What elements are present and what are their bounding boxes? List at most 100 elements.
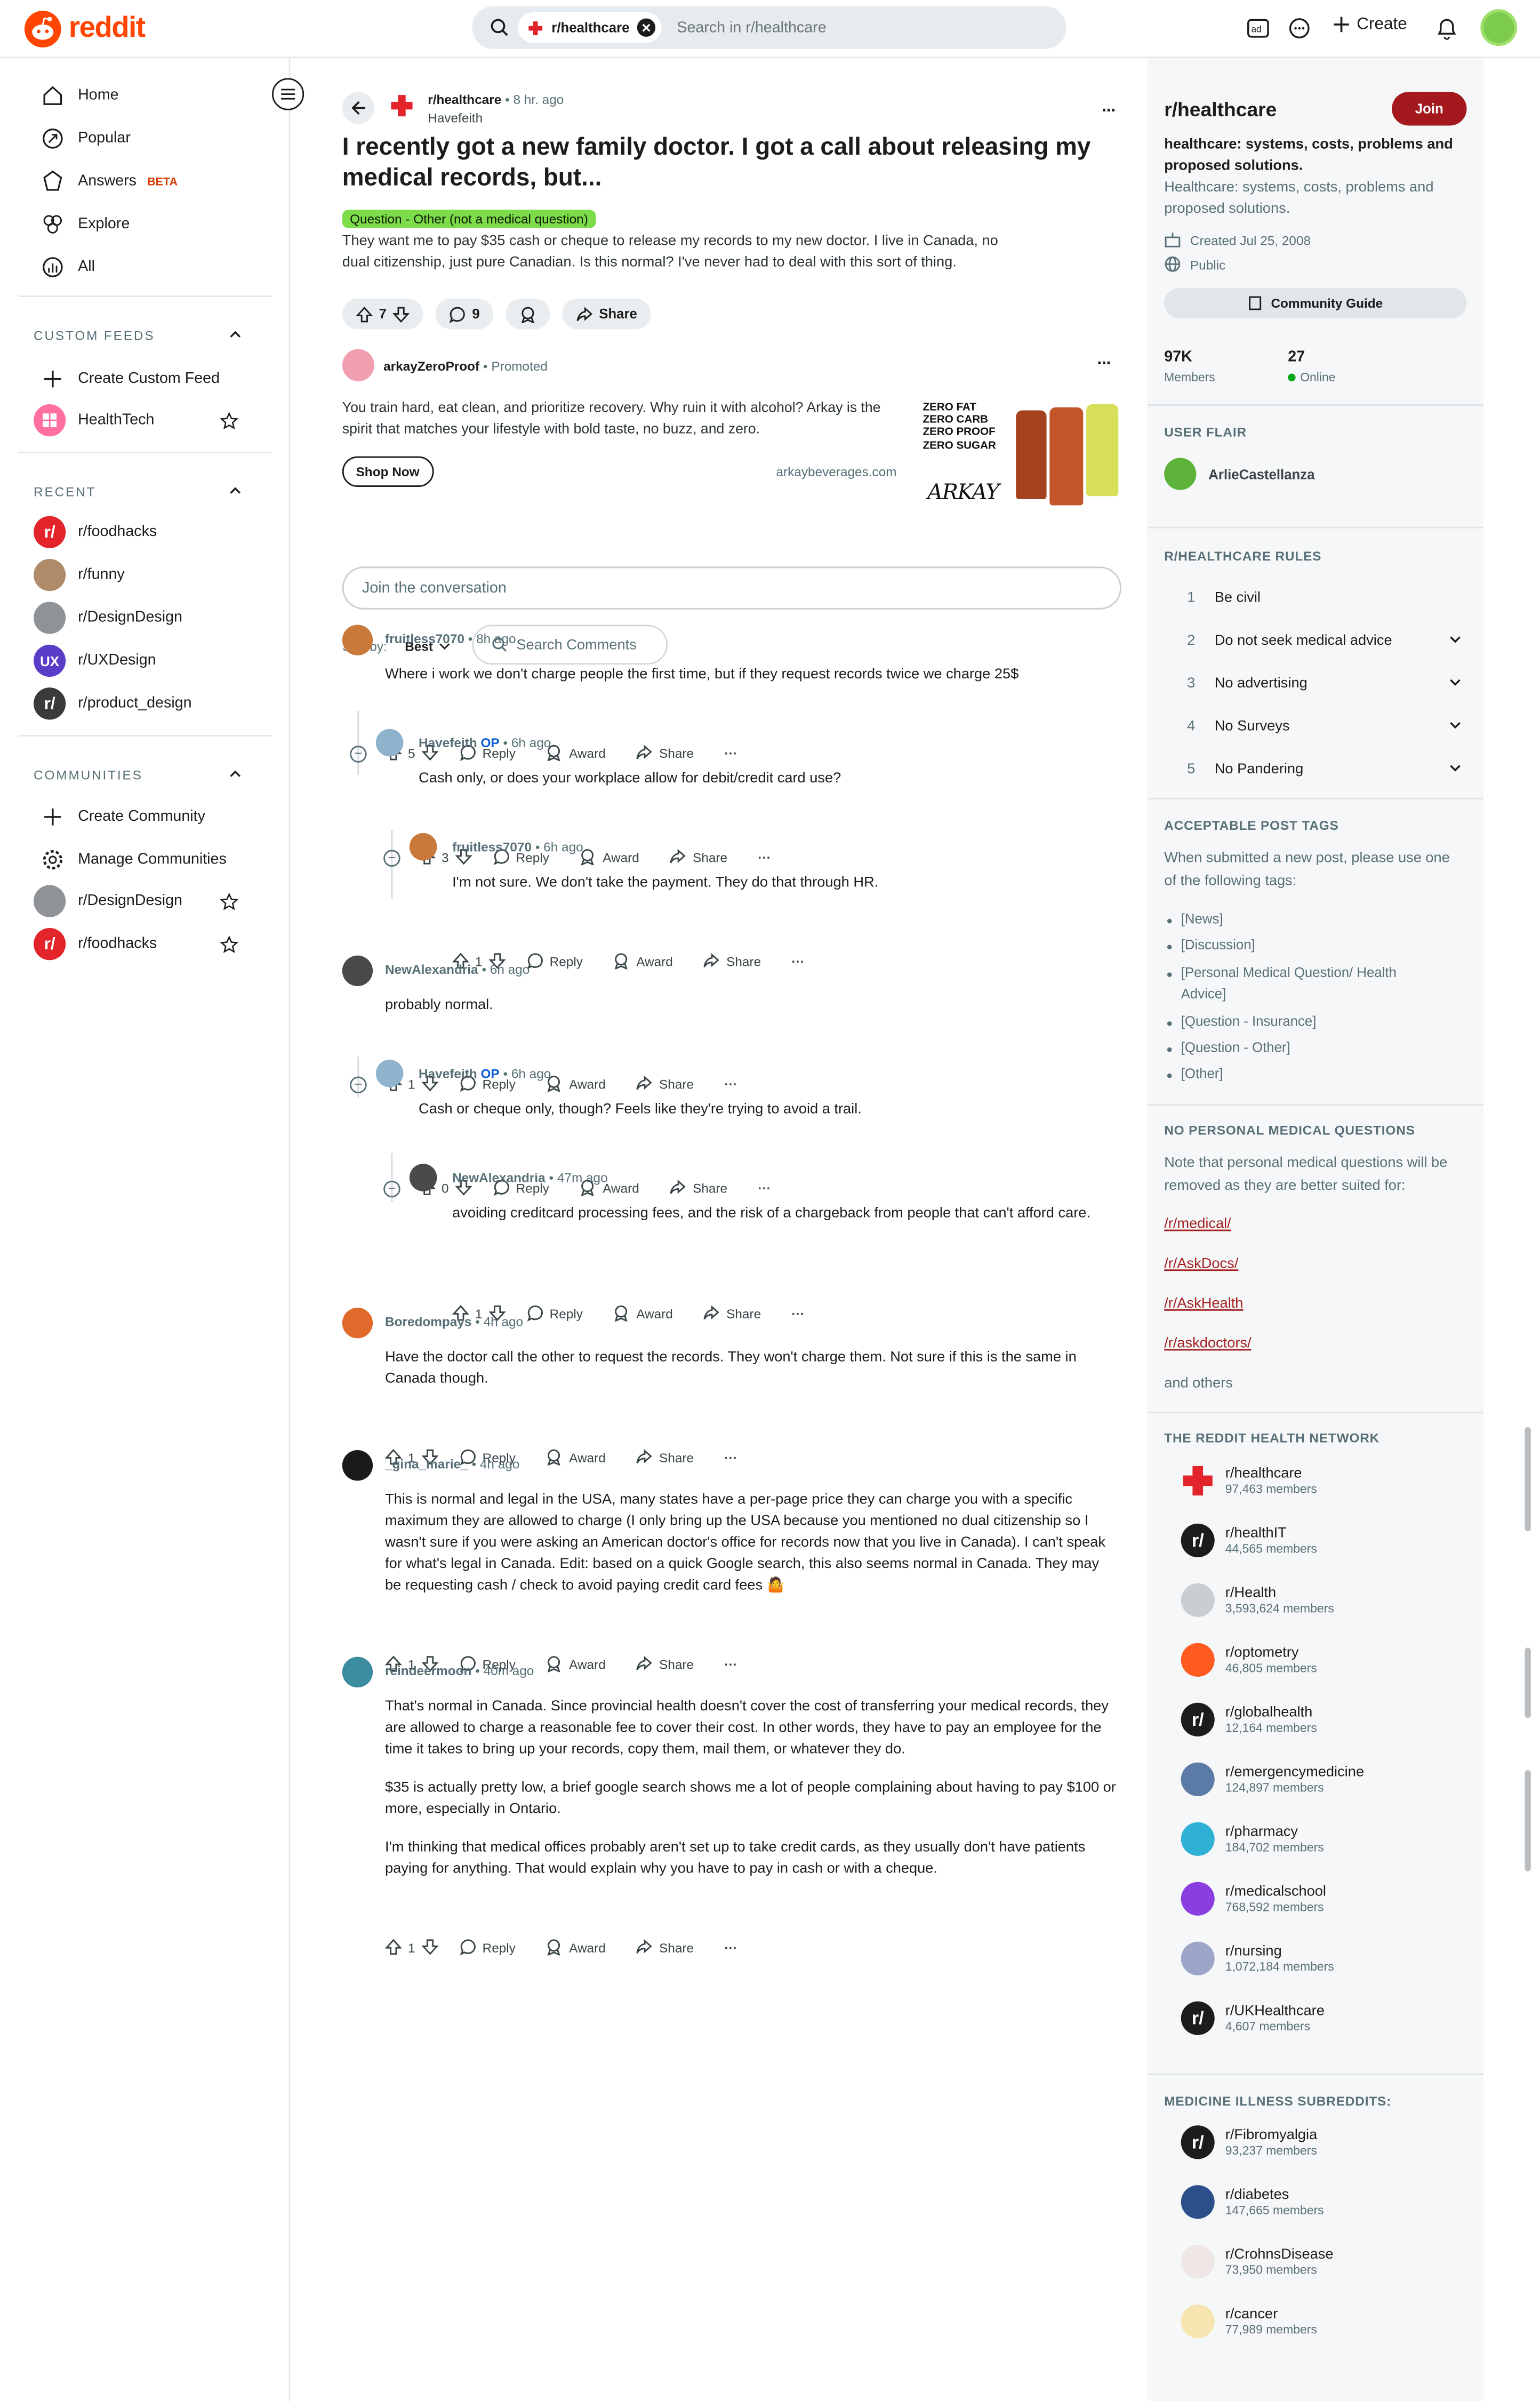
chevron-down-icon[interactable] — [1448, 675, 1462, 689]
user-avatar[interactable] — [1480, 9, 1518, 46]
comment-more-options[interactable]: ··· — [724, 1656, 737, 1671]
create-button[interactable]: Create — [1332, 15, 1407, 34]
collapse-thread-button[interactable]: − — [383, 850, 400, 867]
comment-more-options[interactable]: ··· — [791, 953, 804, 969]
downvote-icon[interactable] — [421, 1939, 438, 1956]
create-custom-feed[interactable]: Create Custom Feed — [41, 367, 220, 390]
user-flair[interactable]: ArlieCastellanza — [1164, 458, 1315, 490]
rule-item[interactable]: 5 No Pandering — [1187, 761, 1462, 778]
comment-username[interactable]: Boredompays — [385, 1314, 471, 1329]
favorite-star-icon[interactable] — [220, 935, 238, 954]
comment-avatar[interactable] — [409, 1164, 437, 1191]
network-community[interactable]: r/r/UKHealthcare 4,607 members — [1181, 2001, 1325, 2035]
search-input[interactable]: Search in r/healthcare — [677, 19, 826, 36]
post-more-options[interactable]: ··· — [1102, 100, 1117, 121]
shop-now-button[interactable]: Shop Now — [342, 456, 434, 487]
chip-close-icon[interactable]: ✕ — [637, 18, 656, 37]
manage-communities[interactable]: Manage Communities — [41, 849, 227, 871]
comment-more-options[interactable]: ··· — [724, 1939, 737, 1955]
comment-more-options[interactable]: ··· — [724, 1450, 737, 1465]
illness-community[interactable]: r/cancer 77,989 members — [1181, 2304, 1317, 2339]
nav-all[interactable]: All — [41, 255, 95, 278]
award-button[interactable]: Award — [580, 849, 639, 866]
post-comments-button[interactable]: 9 — [435, 298, 494, 330]
share-button[interactable]: Share — [670, 1179, 727, 1196]
search-scope-chip[interactable]: r/healthcare ✕ — [518, 12, 662, 43]
share-button[interactable]: Share — [636, 744, 694, 761]
share-button[interactable]: Share — [703, 953, 761, 970]
link-medical[interactable]: /r/medical/ — [1164, 1216, 1231, 1233]
post-subreddit-link[interactable]: r/healthcare — [428, 92, 501, 107]
comment-avatar[interactable] — [342, 1656, 373, 1688]
link-askdoctors[interactable]: /r/askdoctors/ — [1164, 1335, 1251, 1352]
illness-community[interactable]: r/CrohnsDisease 73,950 members — [1181, 2245, 1334, 2279]
award-button[interactable]: Award — [546, 1075, 606, 1092]
collapse-sidebar-button[interactable] — [271, 78, 304, 110]
scrollbar-thumb[interactable] — [1525, 1427, 1531, 1532]
community-name[interactable]: r/healthcare — [1164, 98, 1277, 121]
comment-avatar[interactable] — [342, 1308, 373, 1339]
nav-popular[interactable]: Popular — [41, 127, 131, 150]
chevron-up-icon[interactable] — [228, 326, 243, 342]
comment-more-options[interactable]: ··· — [724, 1076, 737, 1091]
comment-username[interactable]: fruitless7070 — [452, 839, 532, 854]
collapse-thread-button[interactable]: − — [383, 1180, 400, 1198]
comment-more-options[interactable]: ··· — [758, 1180, 771, 1195]
network-community[interactable]: r/nursing 1,072,184 members — [1181, 1941, 1334, 1975]
join-conversation-input[interactable]: Join the conversation — [342, 566, 1121, 610]
award-button[interactable]: Award — [613, 1304, 673, 1322]
chevron-down-icon[interactable] — [1448, 718, 1462, 732]
advertise-icon[interactable]: ad — [1247, 17, 1270, 40]
comment-avatar[interactable] — [375, 1059, 404, 1087]
custom-feeds-heading[interactable]: CUSTOM FEEDS — [34, 327, 155, 343]
downvote-icon[interactable] — [392, 306, 410, 323]
comment-more-options[interactable]: ··· — [758, 849, 771, 865]
post-share-button[interactable]: Share — [562, 298, 651, 330]
feed-healthtech[interactable]: HealthTech — [34, 404, 154, 437]
share-button[interactable]: Share — [636, 1075, 694, 1092]
comment-more-options[interactable]: ··· — [724, 745, 737, 761]
share-button[interactable]: Share — [703, 1304, 761, 1322]
post-flair[interactable]: Question - Other (not a medical question… — [342, 210, 596, 228]
recent-uxdesign[interactable]: UX r/UXDesign — [34, 644, 156, 677]
share-button[interactable]: Share — [636, 1448, 694, 1466]
award-button[interactable]: Award — [546, 744, 606, 761]
reply-button[interactable]: Reply — [526, 953, 583, 970]
comment-username[interactable]: reindeermoon — [385, 1663, 471, 1678]
award-button[interactable]: Award — [546, 1655, 606, 1672]
share-button[interactable]: Share — [670, 849, 727, 866]
recent-funny[interactable]: r/funny — [34, 558, 125, 591]
healthcare-cross-icon[interactable] — [390, 93, 414, 118]
award-button[interactable]: Award — [613, 953, 673, 970]
network-community[interactable]: r/medicalschool 768,592 members — [1181, 1882, 1326, 1916]
create-community[interactable]: Create Community — [41, 805, 205, 828]
chat-icon[interactable] — [1288, 17, 1311, 40]
comment-avatar[interactable] — [342, 625, 373, 655]
chevron-down-icon[interactable] — [1448, 761, 1462, 775]
comment-avatar[interactable] — [342, 1450, 373, 1481]
comment-username[interactable]: Havefeith — [419, 1066, 477, 1081]
post-author[interactable]: Havefeith — [428, 110, 483, 126]
illness-community[interactable]: r/diabetes 147,665 members — [1181, 2185, 1324, 2219]
chevron-up-icon[interactable] — [228, 482, 243, 498]
nav-home[interactable]: Home — [41, 84, 119, 107]
upvote-icon[interactable] — [385, 1939, 402, 1956]
chevron-down-icon[interactable] — [1448, 633, 1462, 646]
reply-button[interactable]: Reply — [459, 1939, 516, 1956]
favorite-star-icon[interactable] — [220, 412, 238, 430]
comment-avatar[interactable] — [409, 833, 437, 861]
ad-domain[interactable]: arkaybeverages.com — [776, 464, 896, 479]
chevron-up-icon[interactable] — [228, 766, 243, 781]
communities-heading[interactable]: COMMUNITIES — [34, 767, 143, 782]
comment-avatar[interactable] — [342, 955, 373, 987]
back-button[interactable] — [342, 92, 374, 124]
reddit-logo[interactable]: reddit — [24, 11, 146, 48]
community-designdesign[interactable]: r/DesignDesign — [34, 885, 182, 917]
nav-explore[interactable]: Explore — [41, 213, 130, 236]
favorite-star-icon[interactable] — [220, 892, 238, 911]
collapse-thread-button[interactable]: − — [350, 746, 367, 763]
network-community[interactable]: r/Health 3,593,624 members — [1181, 1583, 1334, 1617]
upvote-icon[interactable] — [356, 306, 373, 323]
community-guide-button[interactable]: Community Guide — [1164, 287, 1467, 319]
bell-icon[interactable] — [1436, 17, 1457, 40]
